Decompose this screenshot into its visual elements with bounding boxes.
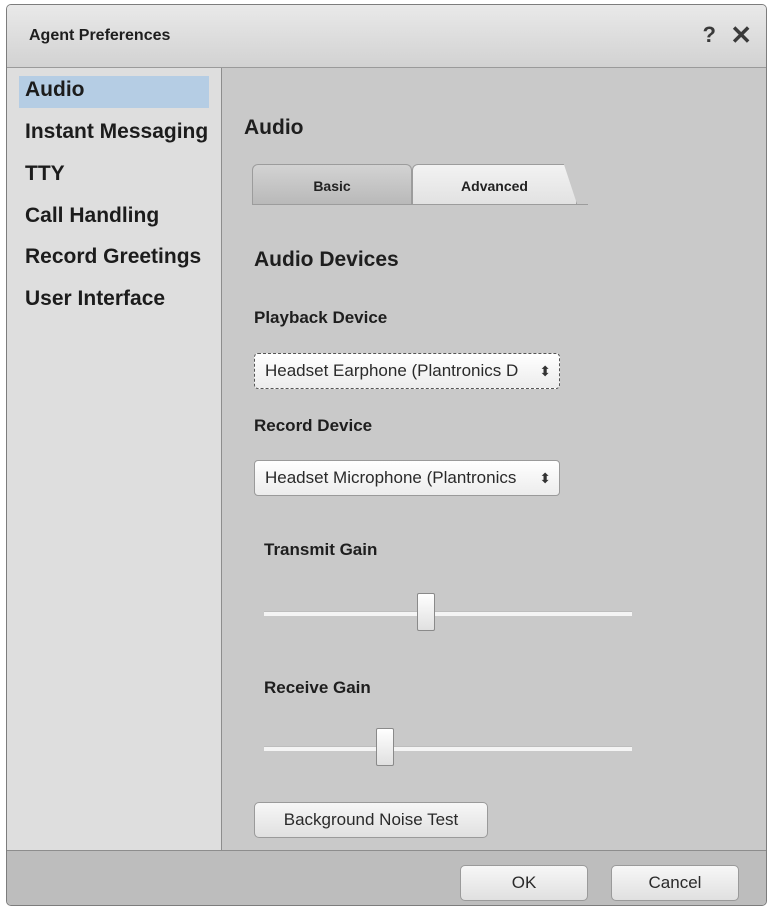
dialog-footer: OK Cancel bbox=[7, 850, 766, 905]
playback-device-select[interactable]: Headset Earphone (Plantronics D ⬍ bbox=[254, 353, 560, 389]
page-title: Audio bbox=[244, 116, 304, 139]
up-down-arrows-icon: ⬍ bbox=[539, 363, 551, 379]
playback-device-value: Headset Earphone (Plantronics D bbox=[265, 361, 519, 380]
sidebar: Audio Instant Messaging TTY Call Handlin… bbox=[7, 68, 222, 850]
slider-thumb[interactable] bbox=[376, 728, 395, 766]
sidebar-item-user-interface[interactable]: User Interface bbox=[19, 285, 209, 317]
record-device-label: Record Device bbox=[254, 416, 373, 435]
help-icon[interactable]: ? bbox=[703, 22, 716, 48]
sidebar-item-audio[interactable]: Audio bbox=[19, 76, 209, 108]
slider-track bbox=[264, 746, 632, 751]
tab-basic[interactable]: Basic bbox=[252, 164, 412, 204]
tab-advanced[interactable]: Advanced bbox=[412, 164, 577, 204]
sidebar-item-instant-messaging[interactable]: Instant Messaging bbox=[19, 118, 209, 150]
receive-gain-label: Receive Gain bbox=[264, 678, 371, 697]
title-bar: Agent Preferences ? ✕ bbox=[7, 5, 766, 68]
transmit-gain-label: Transmit Gain bbox=[264, 540, 378, 559]
tab-divider bbox=[252, 204, 588, 205]
record-device-value: Headset Microphone (Plantronics bbox=[265, 468, 517, 487]
section-heading: Audio Devices bbox=[254, 248, 399, 271]
background-noise-test-button[interactable]: Background Noise Test bbox=[254, 802, 488, 838]
ok-button[interactable]: OK bbox=[460, 865, 588, 901]
agent-preferences-dialog: Agent Preferences ? ✕ Audio Instant Mess… bbox=[6, 4, 767, 906]
sidebar-item-tty[interactable]: TTY bbox=[19, 160, 209, 192]
dialog-title: Agent Preferences bbox=[29, 27, 171, 44]
record-device-select[interactable]: Headset Microphone (Plantronics ⬍ bbox=[254, 460, 560, 496]
sidebar-item-record-greetings[interactable]: Record Greetings bbox=[19, 243, 209, 275]
sidebar-item-call-handling[interactable]: Call Handling bbox=[19, 202, 209, 234]
playback-device-label: Playback Device bbox=[254, 308, 388, 327]
close-icon[interactable]: ✕ bbox=[730, 20, 752, 51]
up-down-arrows-icon: ⬍ bbox=[539, 470, 551, 486]
slider-track bbox=[264, 611, 632, 616]
audio-panel: Audio Basic Advanced Audio Devices Playb… bbox=[222, 68, 766, 850]
cancel-button[interactable]: Cancel bbox=[611, 865, 739, 901]
receive-gain-slider[interactable] bbox=[264, 728, 632, 768]
transmit-gain-slider[interactable] bbox=[264, 593, 632, 633]
slider-thumb[interactable] bbox=[416, 593, 435, 631]
